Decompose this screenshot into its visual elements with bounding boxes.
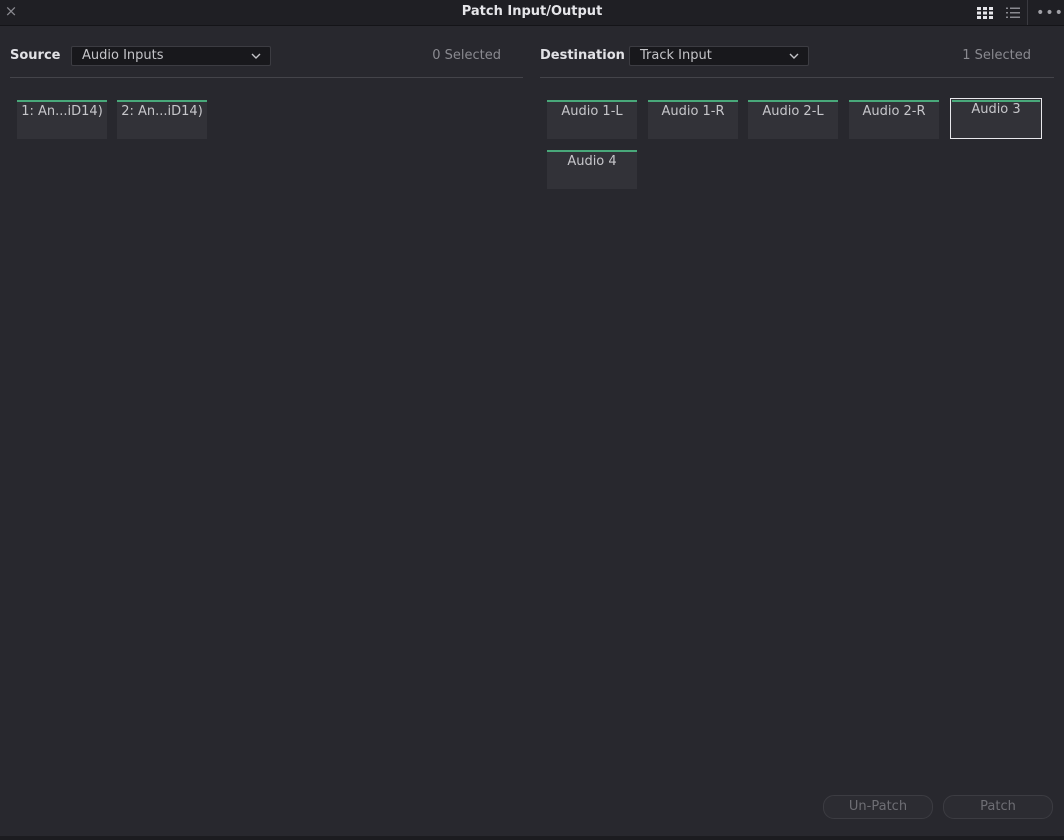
patch-button[interactable]: Patch xyxy=(943,795,1053,819)
destination-label: Destination xyxy=(540,48,625,63)
destination-tile[interactable]: Audio 2-R xyxy=(849,100,939,139)
chevron-down-icon xyxy=(789,53,799,59)
source-divider xyxy=(10,77,523,78)
source-tile[interactable]: 1: An...iD14) xyxy=(17,100,107,139)
destination-tile[interactable]: Audio 1-R xyxy=(648,100,738,139)
destination-tile-selected[interactable]: Audio 3 xyxy=(950,98,1042,139)
source-label: Source xyxy=(10,48,61,63)
unpatch-button[interactable]: Un-Patch xyxy=(823,795,933,819)
destination-divider xyxy=(540,77,1054,78)
destination-tile[interactable]: Audio 4 xyxy=(547,150,637,189)
chevron-down-icon xyxy=(251,53,261,59)
source-tile[interactable]: 2: An...iD14) xyxy=(117,100,207,139)
title-bar: × Patch Input/Output ••• xyxy=(0,0,1064,26)
source-dropdown[interactable]: Audio Inputs xyxy=(71,46,271,66)
destination-tile-label: Audio 3 xyxy=(971,102,1021,117)
window-title: Patch Input/Output xyxy=(461,4,603,19)
grid-view-icon[interactable] xyxy=(971,0,999,25)
list-view-icon[interactable] xyxy=(999,0,1028,25)
destination-tile[interactable]: Audio 1-L xyxy=(547,100,637,139)
more-options-icon[interactable]: ••• xyxy=(1036,0,1064,25)
tile-accent xyxy=(952,100,1040,102)
destination-tile[interactable]: Audio 2-L xyxy=(748,100,838,139)
bottom-strip xyxy=(0,836,1064,840)
source-dropdown-value: Audio Inputs xyxy=(82,48,164,63)
destination-dropdown-value: Track Input xyxy=(640,48,712,63)
destination-dropdown[interactable]: Track Input xyxy=(629,46,809,66)
source-selected-count: 0 Selected xyxy=(432,48,501,63)
destination-selected-count: 1 Selected xyxy=(962,48,1031,63)
